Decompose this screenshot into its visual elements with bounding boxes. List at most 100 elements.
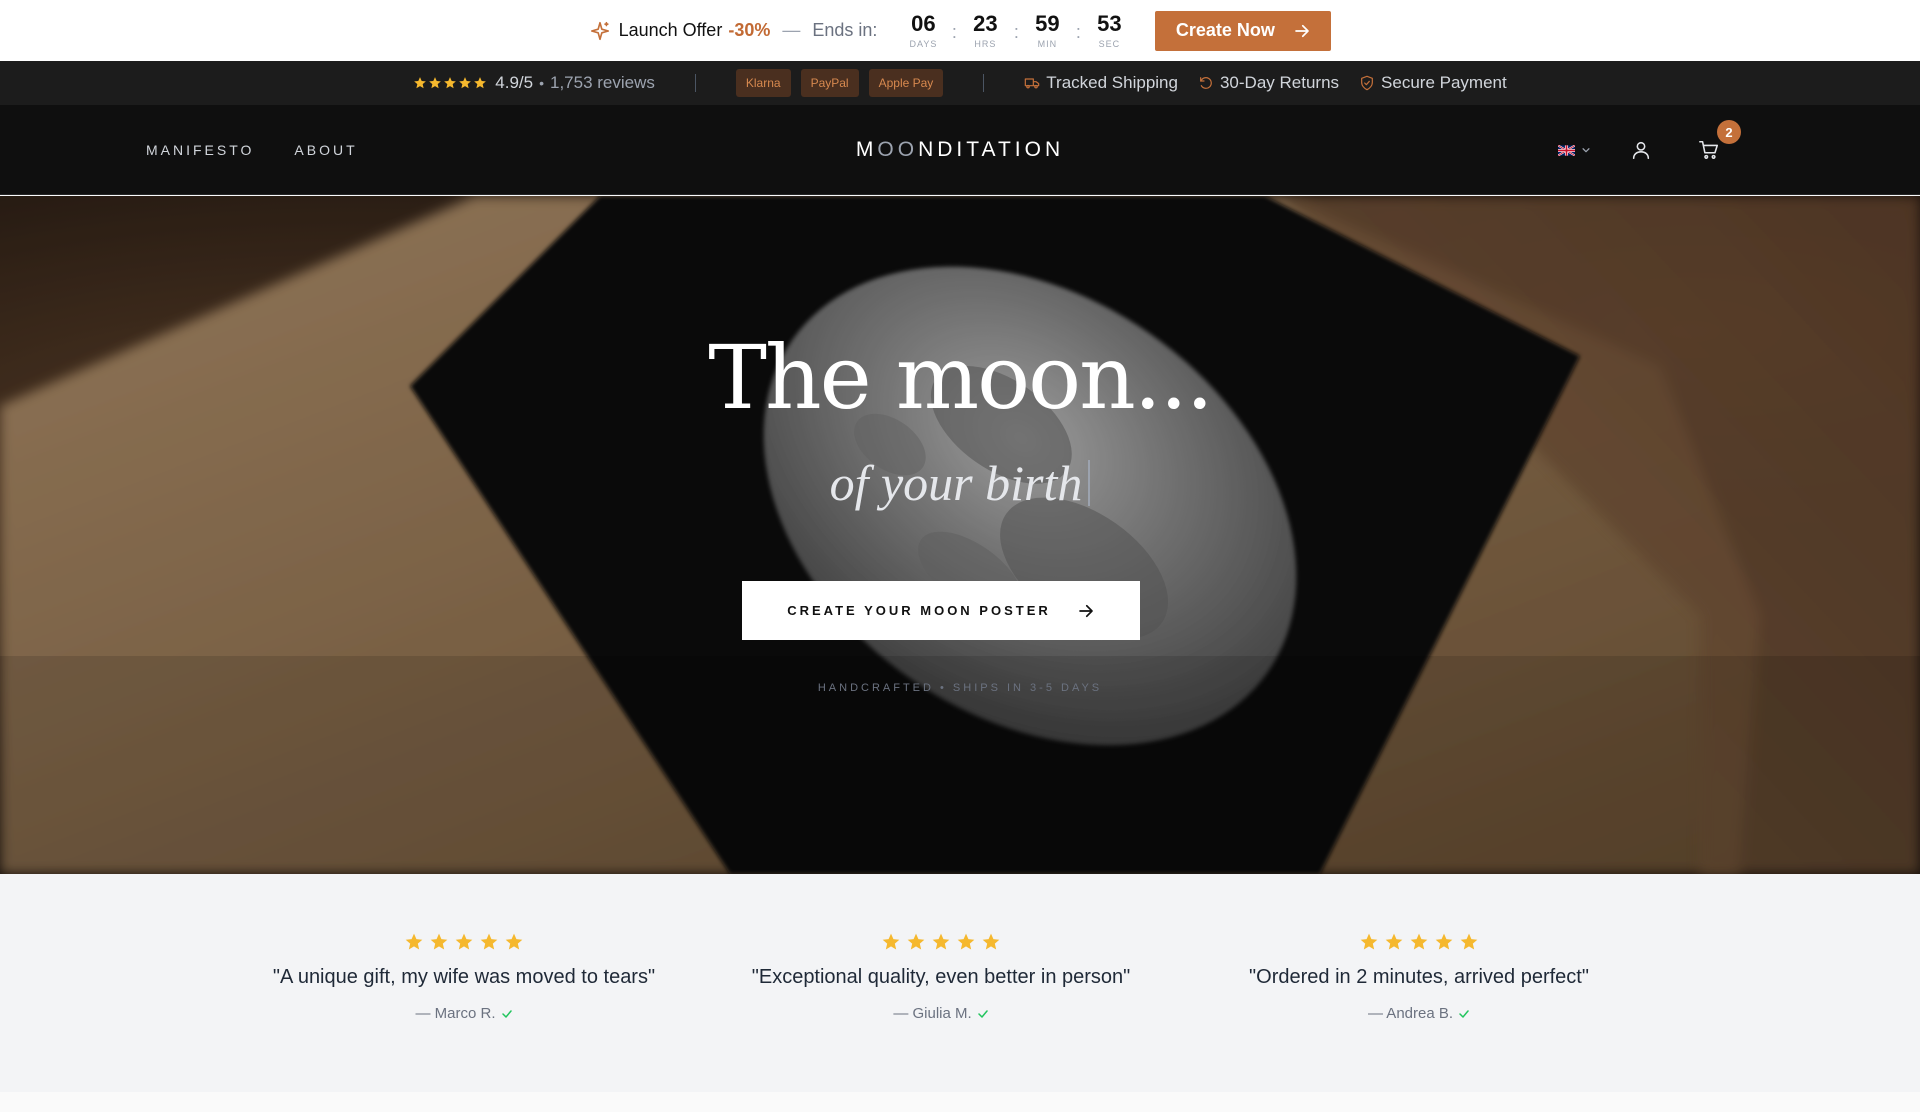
nav-manifesto[interactable]: MANIFESTO [146, 142, 254, 158]
page-bottom-edge [0, 1092, 1920, 1112]
hero-cta-label: CREATE YOUR MOON POSTER [787, 603, 1051, 618]
star-icon [405, 933, 423, 950]
hero-title: The moon... [708, 326, 1213, 429]
sparkle-icon [590, 21, 609, 40]
nav-about[interactable]: ABOUT [294, 142, 357, 158]
star-icon [982, 933, 1000, 950]
star-icon [1410, 933, 1428, 950]
uk-flag-icon [1558, 144, 1575, 156]
create-moon-poster-button[interactable]: CREATE YOUR MOON POSTER [742, 581, 1140, 640]
testimonials-section: "A unique gift, my wife was moved to tea… [0, 874, 1920, 1092]
countdown-separator: : [1013, 22, 1019, 42]
countdown-hours: 23 HRS [965, 11, 1005, 50]
testimonial-quote: "Exceptional quality, even better in per… [751, 966, 1131, 988]
payment-badges: Klarna PayPal Apple Pay [735, 69, 944, 97]
star-icon [957, 933, 975, 950]
typing-caret [1088, 460, 1091, 506]
shield-icon [1361, 75, 1373, 91]
countdown-value: 53 [1097, 11, 1122, 36]
main-nav: MANIFESTO ABOUT [146, 105, 358, 195]
rotate-ccw-icon [1200, 77, 1212, 89]
user-icon [1632, 141, 1650, 160]
testimonial-stars [1359, 932, 1479, 952]
perk-secure-payment: Secure Payment [1359, 73, 1507, 93]
star-icon [474, 77, 487, 89]
hero-subtitle: of your birth [0, 454, 1920, 512]
rating-stars [413, 76, 487, 90]
countdown-separator: : [951, 22, 957, 42]
rating-value: 4.9/5 [495, 73, 534, 92]
star-icon [429, 77, 442, 89]
create-now-button[interactable]: Create Now [1155, 10, 1332, 51]
countdown-unit: HRS [974, 39, 997, 49]
star-icon [932, 933, 950, 950]
testimonial-quote: "Ordered in 2 minutes, arrived perfect" [1249, 966, 1589, 988]
testimonial-card: "A unique gift, my wife was moved to tea… [224, 932, 704, 1022]
star-icon [1435, 933, 1453, 950]
chevron-down-icon [1582, 148, 1590, 153]
testimonial-card: "Exceptional quality, even better in per… [701, 932, 1181, 1022]
star-icon [430, 933, 448, 950]
testimonial-author: — Andrea B. [1368, 1005, 1470, 1022]
testimonial-stars [404, 932, 524, 952]
testimonial-quote: "A unique gift, my wife was moved to tea… [272, 966, 656, 988]
testimonial-author: — Giulia M. [893, 1005, 988, 1022]
site-header: MANIFESTO ABOUT M OO NDITATION 2 [0, 105, 1920, 195]
check-icon [1459, 1009, 1469, 1018]
promo-ends-label: Ends in: [812, 20, 878, 40]
star-icon [1385, 933, 1403, 950]
countdown-value: 06 [911, 11, 936, 36]
star-icon [505, 933, 523, 950]
star-icon [459, 77, 472, 89]
star-icon [882, 933, 900, 950]
testimonial-card: "Ordered in 2 minutes, arrived perfect" … [1179, 932, 1659, 1022]
logo-text-start: M [855, 138, 878, 161]
hero-content: The moon... of your birth CREATE YOUR MO… [0, 196, 1920, 874]
payment-badge-klarna: Klarna [735, 69, 791, 97]
promo-discount: -30% [728, 20, 771, 40]
star-icon [480, 933, 498, 950]
language-selector[interactable] [1558, 144, 1591, 156]
perk-tracked-shipping: Tracked Shipping [1024, 73, 1178, 93]
countdown-unit: DAYS [909, 39, 938, 49]
hero-shipping-note: HANDCRAFTED • SHIPS IN 3-5 DAYS [817, 682, 1103, 694]
countdown-seconds: 53 SEC [1089, 11, 1129, 50]
promo-dash: — [782, 20, 801, 40]
logo-text-end: NDITATION [918, 138, 1065, 161]
testimonial-author: — Marco R. [415, 1005, 512, 1022]
countdown-value: 59 [1035, 11, 1060, 36]
rating-dot: • [539, 75, 544, 91]
star-icon [444, 77, 457, 89]
logo-text-oo: OO [877, 138, 919, 161]
countdown-days: 06 DAYS [903, 11, 943, 50]
promo-bar: Launch Offer -30% — Ends in: 06 DAYS : 2… [0, 0, 1920, 61]
hero-subtitle-text: of your birth [829, 455, 1083, 511]
cart-button[interactable]: 2 [1695, 120, 1741, 164]
testimonial-stars [881, 932, 1001, 952]
star-icon [455, 933, 473, 950]
perk-label: Secure Payment [1381, 73, 1507, 92]
promo-label: Launch Offer [618, 20, 723, 40]
payment-badge-apple-pay: Apple Pay [868, 69, 944, 97]
cart-icon [1699, 140, 1719, 159]
countdown-value: 23 [973, 11, 998, 36]
create-now-label: Create Now [1175, 20, 1275, 40]
trust-bar: 4.9/5 • 1,753 reviews Klarna PayPal Appl… [0, 61, 1920, 105]
countdown-separator: : [1075, 22, 1081, 42]
star-icon [1360, 933, 1378, 950]
countdown-unit: SEC [1098, 39, 1121, 49]
divider [983, 74, 985, 92]
testimonial-author-name: — Andrea B. [1367, 1005, 1454, 1022]
hero-section: The moon... of your birth CREATE YOUR MO… [0, 196, 1920, 874]
testimonial-author-name: — Giulia M. [893, 1005, 972, 1022]
payment-badge-paypal: PayPal [800, 69, 859, 97]
cart-count-badge: 2 [1717, 120, 1741, 144]
testimonial-author-name: — Marco R. [415, 1005, 496, 1022]
arrow-right-icon [1078, 604, 1093, 617]
header-actions: 2 [1558, 105, 1741, 195]
truck-icon [1025, 78, 1040, 89]
arrow-right-icon [1295, 24, 1309, 37]
account-button[interactable] [1627, 136, 1655, 164]
reviews-link[interactable]: 1,753 reviews [550, 73, 655, 93]
check-icon [501, 1009, 512, 1018]
